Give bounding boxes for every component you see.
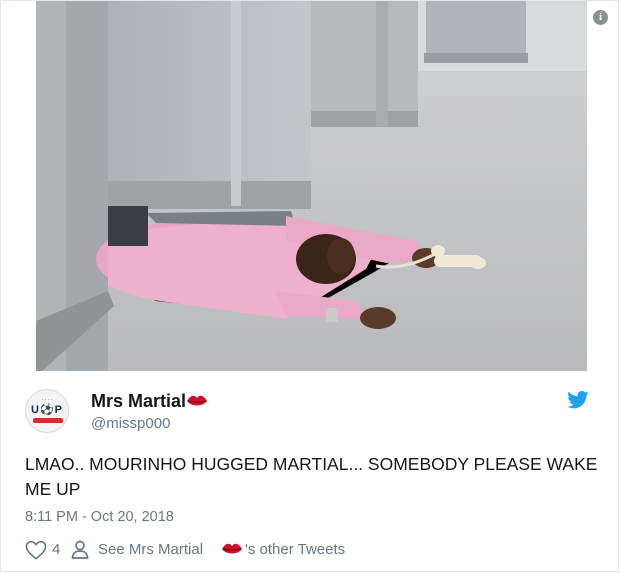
tweet-header: · · · · U⚽P Mrs Martial @missp000	[25, 387, 605, 437]
see-other-tweets-suffix[interactable]: 's other Tweets	[245, 541, 345, 558]
author-handle[interactable]: @missp000	[91, 415, 170, 432]
tweet-text: LMAO.. MOURINHO HUGGED MARTIAL... SOMEBO…	[25, 454, 598, 499]
person-icon[interactable]	[71, 540, 89, 563]
avatar-logo-text: U⚽P	[31, 404, 63, 416]
tweet-photo[interactable]	[36, 1, 587, 371]
author-name[interactable]: Mrs Martial	[91, 391, 186, 412]
tweet-timestamp[interactable]: 8:11 PM - Oct 20, 2018	[25, 509, 174, 525]
avatar[interactable]: · · · · U⚽P	[25, 389, 69, 433]
like-count: 4	[52, 541, 61, 558]
photo-illustration	[36, 1, 587, 371]
heart-icon[interactable]	[25, 540, 47, 564]
see-other-tweets-link[interactable]: See Mrs Martial	[98, 541, 203, 558]
twitter-bird-icon[interactable]	[567, 391, 589, 414]
lips-emoji-icon	[186, 394, 208, 413]
info-icon[interactable]: i	[593, 10, 608, 25]
embedded-tweet-card: i · · · · U⚽P Mrs Martial @missp000 LMAO…	[0, 0, 619, 572]
avatar-logo-band	[33, 418, 63, 423]
lips-emoji-icon	[221, 542, 243, 560]
